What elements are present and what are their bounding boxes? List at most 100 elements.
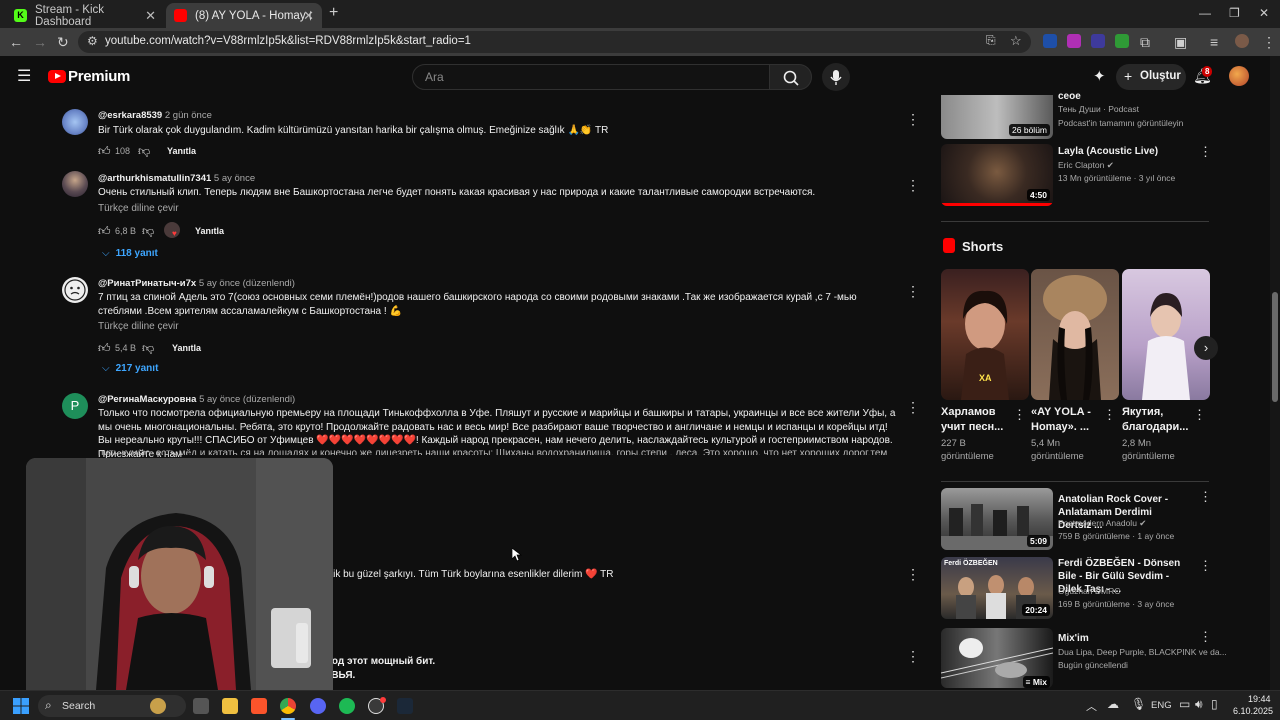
reply-button[interactable]: Yanıtla (167, 146, 196, 156)
related-video[interactable]: Ferdi ÖZBEĞEN 20:24 Ferdi ÖZBEĞEN - Döns… (941, 557, 1212, 619)
taskbar-time[interactable]: 19:44 (1248, 694, 1271, 704)
channel-name[interactable]: Oğuzhan DMRC (1058, 586, 1120, 596)
video-title[interactable]: сеое (1058, 90, 1184, 103)
tab-kick-dashboard[interactable]: K Stream - Kick Dashboard ✕ (6, 3, 164, 28)
taskbar-date[interactable]: 6.10.2025 (1233, 706, 1273, 716)
new-tab-icon[interactable]: + (329, 4, 338, 22)
address-bar[interactable]: ⚙ youtube.com/watch?v=V88rmlzIp5k&list=R… (78, 31, 1031, 53)
video-menu-icon[interactable]: ⋮ (1199, 489, 1212, 505)
translate-link[interactable]: Türkçe diline çevir (98, 203, 179, 214)
comment-author[interactable]: @РегинаМаскуровна 5 ay önce (düzenlendi) (98, 394, 295, 405)
spotify-icon[interactable] (339, 698, 355, 714)
related-video[interactable]: 26 bölüm сеое Тень Души · Podcast Podcas… (941, 91, 1183, 139)
brave-browser-icon[interactable] (251, 698, 267, 714)
youtube-logo-icon[interactable] (48, 70, 66, 83)
short-thumbnail[interactable] (1031, 269, 1119, 400)
author-handle[interactable]: @arthurkhismatullin7341 (98, 173, 211, 184)
video-thumbnail[interactable]: 26 bölüm (941, 95, 1053, 139)
onedrive-icon[interactable]: ☁ (1107, 697, 1119, 711)
commenter-avatar[interactable] (62, 277, 88, 303)
author-handle[interactable]: @esrkara8539 (98, 110, 162, 121)
channel-name[interactable]: Postmodern Anadolu ✔︎ (1058, 518, 1146, 529)
page-scrollbar[interactable] (1270, 56, 1280, 690)
video-thumbnail[interactable]: 4:50 (941, 144, 1053, 206)
hamburger-menu-icon[interactable]: ☰ (17, 66, 31, 86)
minimize-icon[interactable]: — (1199, 6, 1211, 20)
comment-author[interactable]: @esrkara8539 2 gün önce (98, 110, 212, 121)
video-menu-icon[interactable]: ⋮ (1199, 558, 1212, 574)
like-icon[interactable]: 👍︎ (98, 224, 111, 239)
extension-icon[interactable] (1091, 34, 1105, 48)
browser-menu-icon[interactable]: ⋮ (1262, 34, 1276, 51)
short-thumbnail[interactable] (1122, 269, 1210, 400)
short-thumbnail[interactable]: ХА (941, 269, 1029, 400)
video-thumbnail[interactable]: Ferdi ÖZBEĞEN 20:24 (941, 557, 1053, 619)
author-handle[interactable]: @РинатРинатыч-и7х (98, 278, 196, 289)
dislike-icon[interactable]: 👎︎ (142, 224, 154, 239)
video-thumbnail[interactable]: 5:09 (941, 488, 1053, 550)
translate-link[interactable]: Türkçe diline çevir (98, 321, 179, 332)
steam-icon[interactable] (397, 698, 413, 714)
profile-avatar[interactable] (1235, 34, 1249, 48)
reply-button[interactable]: Yanıtla (195, 226, 224, 236)
forward-icon[interactable]: → (33, 34, 47, 50)
youtube-logo-text[interactable]: Premium (68, 68, 130, 85)
battery-icon[interactable]: ▯ (1211, 697, 1218, 711)
related-video[interactable]: 5:09 Anatolian Rock Cover - Anlatamam De… (941, 488, 1212, 550)
extension-icon[interactable] (1043, 34, 1057, 48)
comment-time[interactable]: 2 gün önce (165, 110, 212, 121)
extensions-puzzle-icon[interactable]: ⧉ (1140, 34, 1150, 51)
search-input[interactable]: Ara (412, 64, 770, 90)
site-info-icon[interactable]: ⚙ (87, 34, 98, 48)
bookmark-star-icon[interactable]: ☆ (1010, 33, 1022, 49)
create-button[interactable]: + Oluştur (1116, 64, 1186, 90)
related-mix[interactable]: ≡ Mix Mix'im Dua Lipa, Deep Purple, BLAC… (941, 628, 1227, 690)
dislike-icon[interactable]: 👎︎ (138, 144, 150, 159)
video-thumbnail[interactable]: ≡ Mix (941, 628, 1053, 688)
scrollbar-thumb[interactable] (1272, 292, 1278, 402)
author-handle[interactable]: @РегинаМаскуровна (98, 394, 196, 405)
short-title[interactable]: Харламов учит песн... (941, 405, 1011, 435)
install-app-icon[interactable]: ⎘ (986, 33, 996, 48)
comment-menu-icon[interactable]: ⋮ (906, 177, 920, 194)
short-title[interactable]: Якутия, благодари... (1122, 405, 1192, 435)
short-menu-icon[interactable]: ⋮ (1013, 407, 1026, 423)
voice-search-button[interactable] (822, 63, 850, 91)
like-icon[interactable]: 👍︎ (98, 144, 111, 159)
discord-icon[interactable] (310, 698, 326, 714)
file-explorer-icon[interactable] (222, 698, 238, 714)
windows-start-icon[interactable] (13, 698, 29, 714)
video-menu-icon[interactable]: ⋮ (1199, 629, 1212, 645)
comment-author[interactable]: @РинатРинатыч-и7х 5 ay önce (düzenlendi) (98, 278, 295, 289)
close-window-icon[interactable]: ✕ (1259, 6, 1269, 20)
close-tab-icon[interactable]: ✕ (145, 8, 156, 24)
media-control-icon[interactable]: ≡ (1210, 34, 1218, 50)
language-indicator[interactable]: ENG (1151, 700, 1172, 711)
comment-menu-icon[interactable]: ⋮ (906, 111, 920, 128)
tab-youtube[interactable]: (8) AY YOLA - Homay (Премьер ✕ (166, 3, 322, 28)
back-icon[interactable]: ← (9, 34, 23, 50)
video-title[interactable]: Mix'im (1058, 632, 1184, 645)
comment-author[interactable]: @arthurkhismatullin7341 5 ay önce (98, 173, 255, 184)
dislike-icon[interactable]: 👎︎ (142, 341, 154, 356)
shorts-next-button[interactable]: › (1194, 336, 1218, 360)
tray-chevron-icon[interactable]: ︿ (1086, 698, 1097, 714)
extension-icon[interactable] (1067, 34, 1081, 48)
short-menu-icon[interactable]: ⋮ (1193, 407, 1206, 423)
network-icon[interactable]: ▭ (1179, 697, 1190, 711)
commenter-avatar[interactable] (62, 171, 88, 197)
channel-name[interactable]: Eric Clapton ✔︎ (1058, 160, 1114, 171)
microphone-tray-icon[interactable]: 🎙︎ (1131, 697, 1146, 711)
comment-menu-icon[interactable]: ⋮ (906, 566, 920, 583)
comment-time[interactable]: 5 ay önce (düzenlendi) (199, 278, 295, 289)
commenter-avatar[interactable] (62, 109, 88, 135)
reply-button[interactable]: Yanıtla (172, 343, 201, 353)
extension-icon[interactable] (1115, 34, 1129, 48)
channel-name[interactable]: Тень Души · Podcast (1058, 104, 1139, 114)
channel-label[interactable]: Eric Clapton (1058, 160, 1104, 170)
restore-icon[interactable]: ❐ (1229, 6, 1240, 20)
sidepanel-icon[interactable]: ▣ (1174, 34, 1187, 51)
comment-time[interactable]: 5 ay önce (düzenlendi) (199, 394, 295, 405)
related-video[interactable]: 4:50 Layla (Acoustic Live) Eric Clapton … (941, 144, 1212, 206)
task-view-icon[interactable] (193, 698, 209, 714)
